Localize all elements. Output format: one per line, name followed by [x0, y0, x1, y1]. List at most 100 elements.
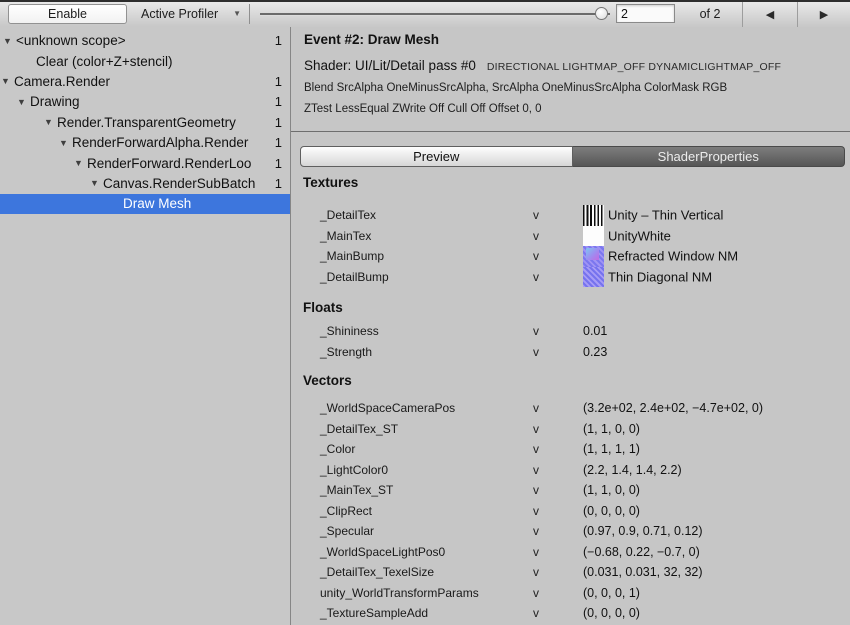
tree-item-label: Render.TransparentGeometry	[57, 115, 290, 130]
tree-item-count: 1	[275, 71, 282, 91]
event-slider[interactable]	[260, 2, 612, 27]
property-flag: v	[533, 401, 539, 415]
property-flag: v	[533, 208, 539, 222]
tree-item-drawing[interactable]: ▼Drawing1	[0, 92, 290, 112]
property-flag: v	[533, 606, 539, 620]
tree-item-label: Canvas.RenderSubBatch	[103, 176, 290, 191]
tree-item-count: 1	[275, 132, 282, 152]
tree-item-clear-color-z-stencil-[interactable]: Clear (color+Z+stencil)	[0, 51, 290, 71]
property-row: _ClipRectv(0, 0, 0, 0)	[291, 501, 850, 522]
tree-item-camera-render[interactable]: ▼Camera.Render1	[0, 71, 290, 91]
toolbar: Enable Active Profiler ▼ of 2 ◀ ▶	[0, 2, 850, 28]
property-name: _LightColor0	[320, 463, 388, 477]
property-name: _WorldSpaceLightPos0	[320, 545, 445, 559]
property-value: (3.2e+02, 2.4e+02, −4.7e+02, 0)	[583, 401, 763, 415]
property-flag: v	[533, 586, 539, 600]
foldout-icon[interactable]: ▼	[74, 158, 87, 168]
property-row: _Colorv(1, 1, 1, 1)	[291, 439, 850, 460]
slider-knob[interactable]	[595, 7, 608, 20]
prev-event-button[interactable]: ◀	[743, 2, 797, 27]
texture-name: UnityWhite	[608, 228, 671, 243]
property-value: (0, 0, 0, 1)	[583, 586, 640, 600]
property-row: _Strength v 0.23	[291, 342, 850, 363]
foldout-icon[interactable]: ▼	[1, 76, 14, 86]
foldout-icon[interactable]: ▼	[3, 36, 16, 46]
event-total-label: of 2	[682, 7, 738, 21]
event-hierarchy-tree: ▼<unknown scope>1Clear (color+Z+stencil)…	[0, 27, 291, 625]
property-row: _MainBump v Refracted Window NM	[291, 246, 850, 267]
tree-item-count: 1	[275, 153, 282, 173]
property-name: _Strength	[320, 345, 372, 359]
property-flag: v	[533, 463, 539, 477]
property-value: (−0.68, 0.22, −0.7, 0)	[583, 545, 700, 559]
tree-item-label: <unknown scope>	[16, 33, 290, 48]
property-value: (0, 0, 0, 0)	[583, 504, 640, 518]
property-flag: v	[533, 229, 539, 243]
property-row: _Shininessv0.01	[291, 321, 850, 342]
property-row: unity_WorldTransformParams v (0, 0, 0, 1)	[291, 583, 850, 604]
property-name: unity_WorldTransformParams	[320, 586, 479, 600]
tree-item-canvas-rendersubbatch[interactable]: ▼Canvas.RenderSubBatch1	[0, 173, 290, 193]
property-flag: v	[533, 345, 539, 359]
tree-item-label: Draw Mesh	[123, 196, 290, 211]
tree-item-draw-mesh[interactable]: Draw Mesh	[0, 194, 290, 214]
active-profiler-label: Active Profiler	[141, 7, 218, 21]
property-flag: v	[533, 249, 539, 263]
shader-line: Shader: UI/Lit/Detail pass #0 DIRECTIONA…	[304, 58, 781, 73]
header-divider	[291, 131, 850, 132]
property-value: (0.97, 0.9, 0.71, 0.12)	[583, 524, 703, 538]
property-name: _DetailBump	[320, 270, 389, 284]
tree-item-count: 1	[275, 31, 282, 51]
tree-item-render-transparentgeometry[interactable]: ▼Render.TransparentGeometry1	[0, 112, 290, 132]
property-row: _Specular v (0.97, 0.9, 0.71, 0.12)	[291, 521, 850, 542]
tree-item--unknown-scope-[interactable]: ▼<unknown scope>1	[0, 31, 290, 51]
tree-item-renderforward-renderloo[interactable]: ▼RenderForward.RenderLoo1	[0, 153, 290, 173]
property-name: _Color	[320, 442, 355, 456]
foldout-icon[interactable]: ▼	[90, 178, 103, 188]
event-title: Event #2: Draw Mesh	[304, 32, 439, 47]
property-flag: v	[533, 270, 539, 284]
next-event-button[interactable]: ▶	[798, 2, 850, 27]
property-value: (1, 1, 1, 1)	[583, 442, 640, 456]
event-number-input[interactable]	[616, 4, 675, 23]
tree-item-label: RenderForward.RenderLoo	[87, 156, 290, 171]
blend-state-line: Blend SrcAlpha OneMinusSrcAlpha, SrcAlph…	[304, 82, 727, 94]
property-name: _Shininess	[320, 324, 379, 338]
foldout-icon[interactable]: ▼	[44, 117, 57, 127]
property-flag: v	[533, 504, 539, 518]
main-area: ▼<unknown scope>1Clear (color+Z+stencil)…	[0, 27, 850, 625]
property-row: _DetailBumpvThin Diagonal NM	[291, 267, 850, 288]
texture-thumbnail-white	[583, 226, 604, 247]
property-flag: v	[533, 524, 539, 538]
event-details-panel: Event #2: Draw Mesh Shader: UI/Lit/Detai…	[291, 27, 850, 625]
details-tabbar: Preview ShaderProperties	[300, 146, 845, 167]
enable-toggle-button[interactable]: Enable	[8, 4, 127, 24]
property-row: _MainTex_STv(1, 1, 0, 0)	[291, 480, 850, 501]
texture-name: Refracted Window NM	[608, 249, 738, 264]
property-value: (2.2, 1.4, 1.4, 2.2)	[583, 463, 682, 477]
active-profiler-dropdown[interactable]: Active Profiler ▼	[128, 4, 250, 24]
property-value: 0.23	[583, 345, 607, 359]
property-value: (0, 0, 0, 0)	[583, 606, 640, 620]
dropdown-arrow-icon: ▼	[233, 9, 241, 18]
texture-name: Unity – Thin Vertical	[608, 208, 723, 223]
section-rows-floats: _Shininessv0.01 _Strength v 0.23	[291, 321, 850, 362]
tab-shaderproperties[interactable]: ShaderProperties	[573, 146, 846, 167]
property-name: _MainBump	[320, 249, 384, 263]
property-name: _TextureSampleAdd	[320, 606, 428, 620]
property-row: _MainTexvUnityWhite	[291, 226, 850, 247]
tree-item-renderforwardalpha-render[interactable]: ▼RenderForwardAlpha.Render1	[0, 132, 290, 152]
property-row: _DetailTexvUnity – Thin Vertical	[291, 205, 850, 226]
property-row: _WorldSpaceLightPos0v(−0.68, 0.22, −0.7,…	[291, 542, 850, 563]
property-value: (1, 1, 0, 0)	[583, 483, 640, 497]
foldout-icon[interactable]: ▼	[59, 138, 72, 148]
shader-name: Shader: UI/Lit/Detail pass #0	[304, 58, 476, 73]
foldout-icon[interactable]: ▼	[17, 97, 30, 107]
section-title-vectors: Vectors	[303, 373, 352, 388]
property-flag: v	[533, 422, 539, 436]
property-value: (0.031, 0.031, 32, 32)	[583, 565, 703, 579]
property-name: _WorldSpaceCameraPos	[320, 401, 455, 415]
tab-preview[interactable]: Preview	[300, 146, 573, 167]
property-name: _Specular	[320, 524, 374, 538]
property-row: _DetailTex_STv(1, 1, 0, 0)	[291, 419, 850, 440]
